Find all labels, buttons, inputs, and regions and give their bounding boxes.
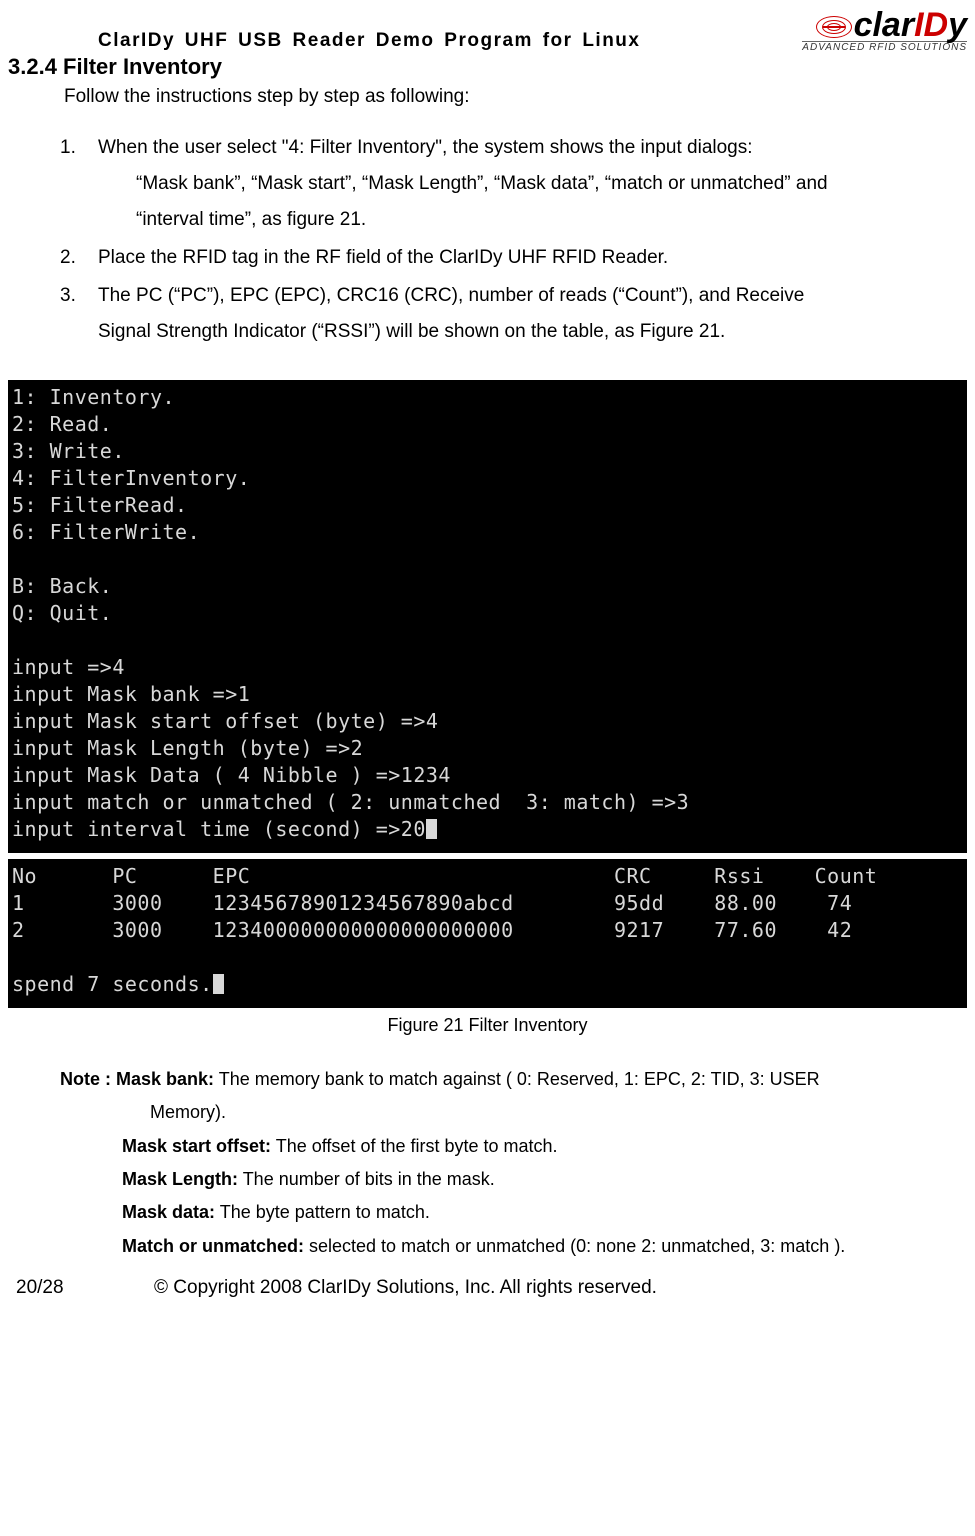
section-heading: 3.2.4 Filter Inventory — [8, 54, 967, 80]
list-number: 2. — [60, 240, 98, 276]
terminal-output-table: No PC EPC CRC Rssi Count 1 3000 12345678… — [8, 859, 967, 1008]
instruction-list: 1. When the user select "4: Filter Inven… — [60, 130, 967, 351]
terminal-output-menu: 1: Inventory. 2: Read. 3: Write. 4: Filt… — [8, 380, 967, 853]
page-header: ClarIDy UHF USB Reader Demo Program for … — [8, 10, 967, 52]
note-label: Mask Length: — [122, 1169, 238, 1189]
caption-text: Figure 21 Filter Inventory — [387, 1015, 587, 1035]
terminal-text-2: No PC EPC CRC Rssi Count 1 3000 12345678… — [12, 864, 877, 996]
list-body: When the user select "4: Filter Inventor… — [98, 130, 967, 238]
page-footer: 20/28 © Copyright 2008 ClarIDy Solutions… — [8, 1277, 967, 1299]
note-text: The number of bits in the mask. — [238, 1169, 495, 1189]
cursor-icon — [426, 819, 437, 839]
terminal-text-1: 1: Inventory. 2: Read. 3: Write. 4: Filt… — [12, 385, 689, 841]
note-prefix: Note : — [60, 1069, 116, 1089]
list-item: 3. The PC (“PC”), EPC (EPC), CRC16 (CRC)… — [60, 278, 967, 350]
intro-text: Follow the instructions step by step as … — [64, 86, 967, 108]
rfid-waves-icon — [816, 16, 852, 38]
cursor-icon — [213, 974, 224, 994]
note-label: Mask start offset: — [122, 1136, 271, 1156]
note-label: Match or unmatched: — [122, 1236, 304, 1256]
page-number: 20/28 — [8, 1277, 154, 1299]
note-mask-bank: Note : Mask bank: The memory bank to mat… — [60, 1063, 967, 1096]
list-number: 3. — [60, 278, 98, 350]
figure-caption: Figure 21 Filter Inventory — [8, 1014, 967, 1037]
step1-line3: “interval time”, as figure 21. — [136, 209, 366, 230]
note-mask-start: Mask start offset: The offset of the fir… — [122, 1130, 967, 1163]
note-mask-data: Mask data: The byte pattern to match. — [122, 1196, 967, 1229]
note-text: The memory bank to match against ( 0: Re… — [214, 1069, 820, 1089]
logo-tagline: ADVANCED RFID SOLUTIONS — [802, 41, 967, 52]
logo-wordmark: clarIDy — [802, 10, 967, 41]
note-label: Mask data: — [122, 1202, 215, 1222]
note-mask-bank-cont: Memory). — [150, 1096, 967, 1129]
copyright: © Copyright 2008 ClarIDy Solutions, Inc.… — [154, 1277, 967, 1299]
brand-logo: clarIDy ADVANCED RFID SOLUTIONS — [802, 10, 967, 52]
note-text: The byte pattern to match. — [215, 1202, 430, 1222]
notes-block: Note : Mask bank: The memory bank to mat… — [60, 1063, 967, 1263]
note-text: The offset of the first byte to match. — [271, 1136, 557, 1156]
step1-line1: When the user select "4: Filter Inventor… — [98, 137, 753, 158]
note-mask-length: Mask Length: The number of bits in the m… — [122, 1163, 967, 1196]
step3-line2: Signal Strength Indicator (“RSSI”) will … — [98, 321, 725, 342]
page: ClarIDy UHF USB Reader Demo Program for … — [0, 0, 975, 1309]
note-match: Match or unmatched: selected to match or… — [122, 1230, 967, 1263]
note-text: selected to match or unmatched (0: none … — [304, 1236, 845, 1256]
step2-line1: Place the RFID tag in the RF field of th… — [98, 240, 967, 276]
list-body: The PC (“PC”), EPC (EPC), CRC16 (CRC), n… — [98, 278, 967, 350]
list-item: 2. Place the RFID tag in the RF field of… — [60, 240, 967, 276]
list-number: 1. — [60, 130, 98, 238]
step3-line1: The PC (“PC”), EPC (EPC), CRC16 (CRC), n… — [98, 285, 804, 306]
step1-line2: “Mask bank”, “Mask start”, “Mask Length”… — [136, 173, 828, 194]
note-label: Mask bank: — [116, 1069, 214, 1089]
list-item: 1. When the user select "4: Filter Inven… — [60, 130, 967, 238]
doc-title: ClarIDy UHF USB Reader Demo Program for … — [98, 30, 640, 52]
